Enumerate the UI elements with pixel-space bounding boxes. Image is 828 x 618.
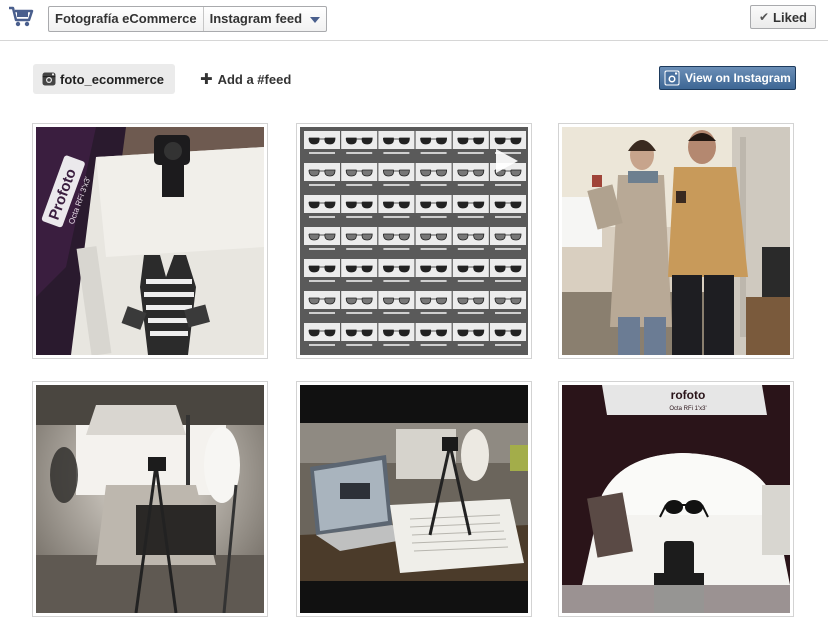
thumb-caption — [420, 344, 447, 346]
thumb-caption — [309, 216, 335, 218]
thumb-caption — [383, 216, 410, 218]
photo-profoto-studio-garment: Profoto Octa RFi 3'x3' — [36, 127, 264, 355]
add-feed-label: Add a #feed — [217, 71, 292, 87]
thumb-caption — [420, 152, 447, 154]
thumb-caption — [420, 280, 447, 282]
photo-tile[interactable] — [296, 381, 532, 617]
thumb-caption — [495, 184, 521, 186]
instagram-icon — [664, 70, 680, 86]
thumb-caption — [346, 312, 373, 314]
thumb-caption — [420, 184, 447, 186]
thumb-caption — [457, 280, 484, 282]
top-bar: Fotografía eCommerce Instagram feed ✔ Li… — [0, 0, 828, 41]
thumb-caption — [457, 248, 484, 250]
liked-label: Liked — [773, 9, 808, 25]
thumb-caption — [457, 216, 484, 218]
view-on-instagram-button[interactable]: View on Instagram — [659, 66, 796, 90]
breadcrumb: Fotografía eCommerce Instagram feed — [48, 6, 328, 32]
thumb-caption — [309, 184, 335, 186]
liked-button[interactable]: ✔ Liked — [750, 5, 816, 29]
photo-tile[interactable]: Profoto Octa RFi 3'x3' — [32, 123, 268, 359]
thumb-caption — [457, 312, 484, 314]
instagram-icon — [42, 72, 56, 86]
photo-tile[interactable]: rofoto Octa RFi 1'x3' — [558, 381, 794, 617]
thumb-caption — [457, 344, 484, 346]
view-on-instagram-label: View on Instagram — [685, 71, 791, 85]
thumb-caption — [346, 344, 373, 346]
thumb-caption — [383, 312, 410, 314]
thumb-caption — [309, 248, 335, 250]
thumb-caption — [457, 184, 484, 186]
breadcrumb-tab-dropdown[interactable]: Instagram feed — [204, 7, 326, 31]
thumb-caption — [383, 344, 410, 346]
account-label: foto_ecommerce — [60, 71, 165, 87]
thumb-caption — [346, 248, 373, 250]
breadcrumb-page-link[interactable]: Fotografía eCommerce — [49, 7, 204, 31]
thumb-caption — [383, 248, 410, 250]
checkmark-icon: ✔ — [758, 10, 770, 24]
thumb-caption — [346, 152, 373, 154]
thumb-caption — [495, 312, 521, 314]
profoto-model-text: Octa RFi 1'x3' — [669, 406, 706, 412]
chevron-down-icon — [310, 16, 321, 23]
thumb-caption — [346, 184, 373, 186]
profoto-brand-text: rofoto — [671, 388, 706, 402]
thumb-caption — [309, 280, 335, 282]
thumb-caption — [309, 344, 335, 346]
thumb-caption — [383, 184, 410, 186]
photo-laptop-tethered-shoot — [300, 385, 528, 613]
thumb-caption — [346, 216, 373, 218]
thumb-caption — [457, 152, 484, 154]
photo-sunglasses-contact-sheet — [300, 127, 528, 355]
thumb-caption — [309, 312, 335, 314]
photo-sunglasses-on-white-table: rofoto Octa RFi 1'x3' — [562, 385, 790, 613]
thumb-caption — [495, 216, 521, 218]
thumb-caption — [420, 216, 447, 218]
shopping-cart-icon — [9, 6, 34, 27]
photo-tile[interactable] — [32, 381, 268, 617]
breadcrumb-tab-label: Instagram feed — [209, 11, 303, 26]
thumb-caption — [383, 280, 410, 282]
thumb-caption — [346, 280, 373, 282]
plus-icon: ✚ — [200, 71, 213, 88]
photo-two-people-holding-mugs — [562, 127, 790, 355]
thumb-caption — [383, 152, 410, 154]
thumb-caption — [309, 152, 335, 154]
thumb-caption — [495, 344, 521, 346]
account-tab[interactable]: foto_ecommerce — [33, 64, 176, 94]
thumb-caption — [420, 248, 447, 250]
photo-tile[interactable] — [296, 123, 532, 359]
thumb-caption — [495, 280, 521, 282]
photo-tile[interactable] — [558, 123, 794, 359]
photo-studio-lights-setup — [36, 385, 264, 613]
add-feed-button[interactable]: ✚ Add a #feed — [200, 64, 291, 94]
thumb-caption — [420, 312, 447, 314]
thumb-caption — [495, 248, 521, 250]
